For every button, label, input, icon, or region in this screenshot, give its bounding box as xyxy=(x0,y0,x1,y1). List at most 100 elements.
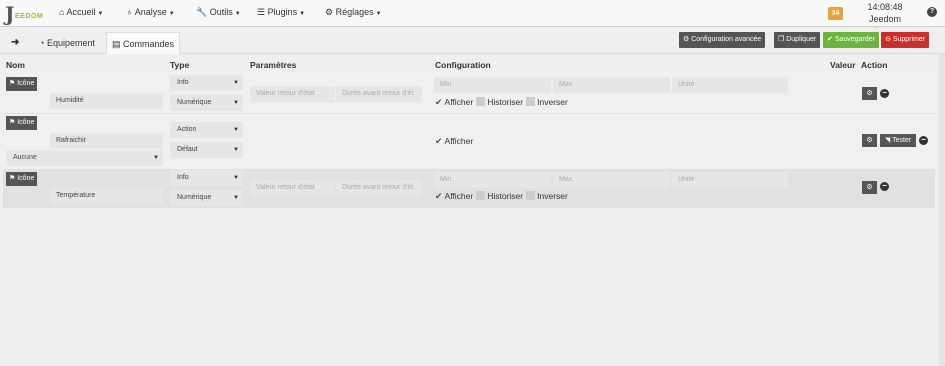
return-state-delay-input[interactable]: Durée avant retour d'ét xyxy=(336,86,422,102)
rss-icon: ◥ xyxy=(884,137,891,144)
nav-plugins-label: Plugins xyxy=(267,7,298,17)
caret-down-icon: ▼ xyxy=(375,11,382,17)
delete-button[interactable]: ⊖ Supprimer xyxy=(881,32,930,48)
caret-down-icon: ▼ xyxy=(233,127,239,133)
vertical-scrollbar[interactable] xyxy=(939,54,945,366)
duplicate-button[interactable]: ❐ Dupliquer xyxy=(774,32,821,48)
subtype-select-value: Numérique xyxy=(177,99,212,106)
historiser-checkbox[interactable] xyxy=(476,97,486,106)
minus-circle-icon[interactable]: − xyxy=(880,182,889,191)
unit-input[interactable]: Unité xyxy=(672,172,788,188)
check-icon[interactable]: ✔ xyxy=(435,191,443,201)
flag-icon: ⚑ xyxy=(9,175,16,182)
header-parametres: Paramètres xyxy=(250,60,297,70)
return-state-delay-input[interactable]: Durée avant retour d'ét xyxy=(336,180,422,196)
flag-icon: ⚑ xyxy=(9,80,16,87)
caret-down-icon: ▼ xyxy=(153,155,159,161)
nav-reglages[interactable]: ⚙ Réglages ▼ xyxy=(325,7,382,18)
afficher-label: Afficher xyxy=(444,191,474,201)
cogs-icon[interactable]: ⚙ xyxy=(862,181,877,194)
tab-equipement[interactable]: ◔ Equipement xyxy=(34,32,100,54)
minus-circle-icon: ⊖ xyxy=(885,36,891,43)
choose-icon-button[interactable]: ⚑ Icône xyxy=(6,172,38,186)
clock-time: 14:08:48 xyxy=(867,2,903,12)
header-type: Type xyxy=(170,60,190,70)
max-input[interactable]: Max xyxy=(553,172,670,188)
choose-icon-button[interactable]: ⚑ Icône xyxy=(6,77,38,91)
delete-label: Supprimer xyxy=(892,36,926,43)
subtype-select-value: Défaut xyxy=(177,146,198,153)
jeedom-logo[interactable]: J EEDOM xyxy=(3,2,45,26)
subtype-select-value: Numérique xyxy=(177,194,212,201)
inverser-checkbox[interactable] xyxy=(526,191,536,200)
header-valeur: Valeur xyxy=(830,60,856,70)
check-icon[interactable]: ✔ xyxy=(435,97,443,107)
min-input[interactable]: Min xyxy=(434,172,551,188)
type-select[interactable]: Info ▼ xyxy=(170,75,243,91)
back-arrow-icon[interactable]: ➜ xyxy=(6,32,24,54)
check-icon[interactable]: ✔ xyxy=(435,136,443,146)
command-name-input[interactable]: Humidité xyxy=(50,93,163,109)
advanced-config-label: Configuration avancée xyxy=(691,36,762,43)
max-input[interactable]: Max xyxy=(553,77,670,93)
logo-letter: J xyxy=(5,2,15,26)
historiser-checkbox[interactable] xyxy=(476,191,486,200)
inverser-checkbox[interactable] xyxy=(526,97,536,106)
subtype-select[interactable]: Défaut ▼ xyxy=(170,142,243,158)
advanced-config-button[interactable]: ⚙ Configuration avancée xyxy=(679,32,766,48)
historiser-label: Historiser xyxy=(487,97,524,107)
help-icon[interactable]: ? xyxy=(927,7,937,17)
list-icon: ☰ xyxy=(257,7,266,17)
wrench-icon: 🔧 xyxy=(196,7,208,17)
nav-analyse-label: Analyse xyxy=(134,7,167,17)
save-button[interactable]: ✔ Sauvegarder xyxy=(823,32,879,48)
historiser-label: Historiser xyxy=(487,191,524,201)
afficher-label: Afficher xyxy=(444,97,474,107)
caret-down-icon: ▼ xyxy=(168,11,175,17)
check-circle-icon: ✔ xyxy=(827,36,833,43)
caret-down-icon: ▼ xyxy=(299,11,306,17)
top-navbar: J EEDOM ⌂ Accueil ▼ ♁ Analyse ▼ 🔧 Outils ▼ … xyxy=(0,0,945,36)
type-select-value: Info xyxy=(177,174,189,181)
test-button[interactable]: ◥ Tester xyxy=(880,134,916,147)
cogs-icon[interactable]: ⚙ xyxy=(862,87,877,100)
header-configuration: Configuration xyxy=(435,60,491,70)
nav-outils[interactable]: 🔧 Outils ▼ xyxy=(196,7,241,18)
nav-reglages-label: Réglages xyxy=(335,7,374,17)
message-count-badge[interactable]: 34 xyxy=(828,7,843,20)
gears-icon: ⚙ xyxy=(325,7,334,17)
command-name-input[interactable]: Température xyxy=(50,188,163,204)
caret-down-icon: ▼ xyxy=(234,11,241,17)
icon-button-label: Icône xyxy=(17,175,35,182)
inverser-label: Inverser xyxy=(537,97,568,107)
nav-analyse[interactable]: ♁ Analyse ▼ xyxy=(126,7,175,17)
return-state-value-input[interactable]: Valeur retour d'état xyxy=(250,180,335,196)
caret-down-icon: ▼ xyxy=(233,147,239,153)
options-checkboxes: ✔ Afficher Historiser Inverser xyxy=(435,191,568,202)
duplicate-label: Dupliquer xyxy=(786,36,817,43)
test-label: Tester xyxy=(892,137,912,144)
caret-down-icon: ▼ xyxy=(233,80,239,86)
type-select[interactable]: Action ▼ xyxy=(170,122,243,138)
subtype-select[interactable]: Numérique ▼ xyxy=(170,95,243,111)
min-input[interactable]: Min xyxy=(434,77,551,93)
caret-down-icon: ▼ xyxy=(233,195,239,201)
stethoscope-icon: ♁ xyxy=(126,7,133,17)
value-select-value: Aucune xyxy=(13,154,37,161)
caret-down-icon: ▼ xyxy=(233,175,239,181)
unit-input[interactable]: Unité xyxy=(672,77,788,93)
type-select[interactable]: Info ▼ xyxy=(170,170,243,186)
value-select[interactable]: Aucune ▼ xyxy=(6,150,163,166)
minus-circle-icon[interactable]: − xyxy=(919,136,928,145)
tab-commandes[interactable]: ▤ Commandes xyxy=(106,32,181,54)
nav-accueil[interactable]: ⌂ Accueil ▼ xyxy=(59,7,103,17)
icon-button-label: Icône xyxy=(17,80,35,87)
subtype-select[interactable]: Numérique ▼ xyxy=(170,190,243,206)
return-state-value-input[interactable]: Valeur retour d'état xyxy=(250,86,335,102)
nav-plugins[interactable]: ☰ Plugins ▼ xyxy=(257,7,305,18)
command-name-input[interactable]: Rafraichir xyxy=(50,133,163,149)
tab-commandes-label: Commandes xyxy=(123,39,175,49)
choose-icon-button[interactable]: ⚑ Icône xyxy=(6,116,38,130)
minus-circle-icon[interactable]: − xyxy=(880,89,889,98)
cogs-icon[interactable]: ⚙ xyxy=(862,134,877,147)
